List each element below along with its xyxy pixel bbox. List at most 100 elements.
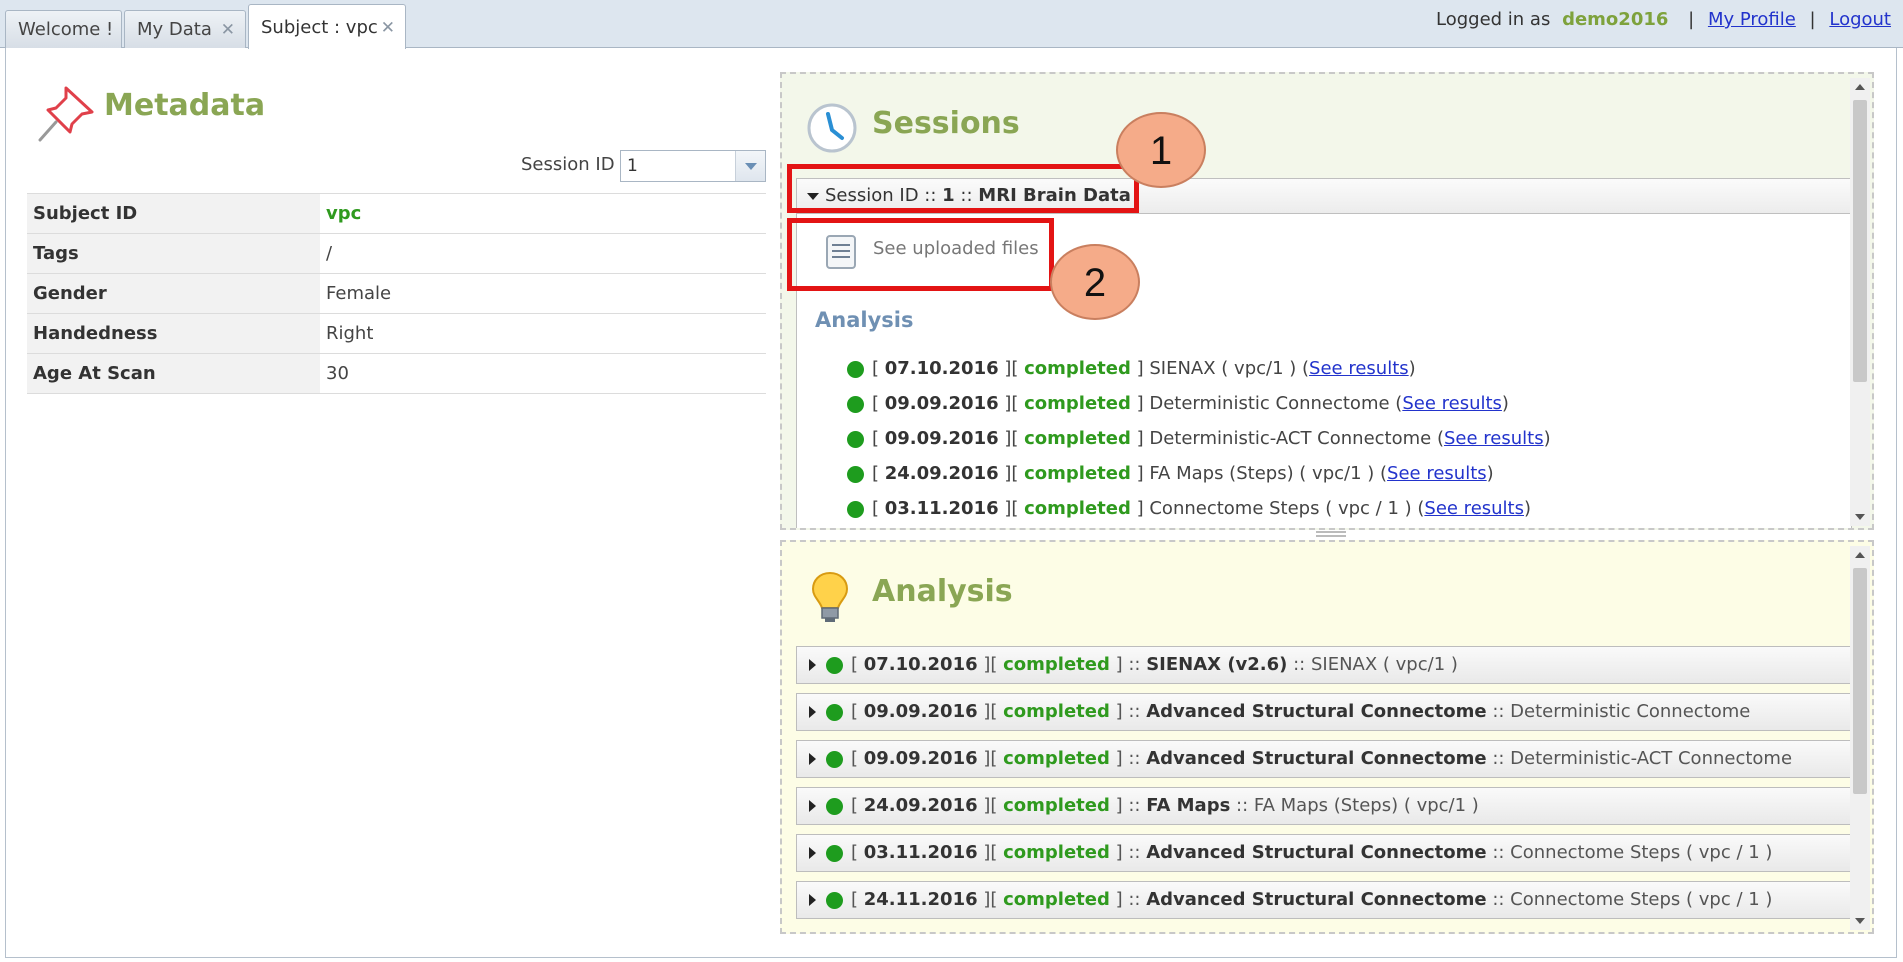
separator: | xyxy=(1688,9,1695,30)
metadata-title: Metadata xyxy=(104,88,266,123)
expand-arrow-icon[interactable] xyxy=(809,706,816,718)
status-dot-icon xyxy=(826,703,843,721)
metadata-value: 30 xyxy=(320,353,766,394)
expand-arrow-icon[interactable] xyxy=(809,753,816,765)
item-status: completed xyxy=(1024,463,1131,484)
status-dot-icon xyxy=(847,395,864,413)
item-pipeline: Advanced Structural Connectome xyxy=(1146,842,1487,863)
analysis-panel: Analysis [ 07.10.2016 ][ completed ] :: … xyxy=(780,540,1874,934)
tab-label: My Data xyxy=(137,19,212,40)
item-date: 09.09.2016 xyxy=(863,701,978,722)
see-results-link[interactable]: See results xyxy=(1387,463,1487,484)
status-dot-icon xyxy=(826,844,843,862)
item-pipeline: Advanced Structural Connectome xyxy=(1146,701,1487,722)
session-id-value: 1 xyxy=(627,156,638,176)
list-item: [ 03.11.2016 ][ completed ] Connectome S… xyxy=(847,494,1551,528)
status-dot-icon xyxy=(826,797,843,815)
top-bar: Welcome ! My Data ✕ Subject : vpc ✕ Logg… xyxy=(0,0,1903,49)
item-date: 09.09.2016 xyxy=(884,428,999,449)
scroll-down-icon[interactable] xyxy=(1855,514,1865,520)
metadata-key: Age At Scan xyxy=(27,353,320,394)
status-dot-icon xyxy=(847,500,864,518)
logout-link[interactable]: Logout xyxy=(1829,9,1891,30)
pushpin-icon xyxy=(38,86,94,142)
item-pipeline: Advanced Structural Connectome xyxy=(1146,889,1487,910)
annotation-number-2: 2 xyxy=(1050,244,1140,320)
analysis-row[interactable]: [ 24.09.2016 ][ completed ] :: FA Maps :… xyxy=(796,787,1852,825)
analysis-row[interactable]: [ 09.09.2016 ][ completed ] :: Advanced … xyxy=(796,740,1852,778)
metadata-key: Tags xyxy=(27,233,320,274)
see-results-link[interactable]: See results xyxy=(1309,358,1409,379)
chevron-down-icon[interactable] xyxy=(735,151,765,181)
tab-label: Subject : vpc xyxy=(261,17,378,38)
status-dot-icon xyxy=(826,656,843,674)
scroll-down-icon[interactable] xyxy=(1855,918,1865,924)
item-name: SIENAX ( vpc/1 ) xyxy=(1149,358,1297,379)
expand-arrow-icon[interactable] xyxy=(809,847,816,859)
analysis-row[interactable]: [ 09.09.2016 ][ completed ] :: Advanced … xyxy=(796,693,1852,731)
tab-label: Welcome ! xyxy=(18,19,114,40)
item-date: 07.10.2016 xyxy=(863,654,978,675)
metadata-value: Right xyxy=(320,313,766,354)
table-row: Subject ID vpc xyxy=(27,193,766,234)
table-row: Gender Female xyxy=(27,273,766,314)
item-status: completed xyxy=(1024,393,1131,414)
scroll-up-icon[interactable] xyxy=(1855,552,1865,558)
item-date: 24.09.2016 xyxy=(884,463,999,484)
panel-splitter-handle[interactable] xyxy=(1316,531,1346,537)
separator: | xyxy=(1809,9,1816,30)
item-date: 07.10.2016 xyxy=(884,358,999,379)
see-results-link[interactable]: See results xyxy=(1402,393,1502,414)
close-icon[interactable]: ✕ xyxy=(381,5,395,51)
item-status: completed xyxy=(1003,795,1110,816)
metadata-key: Gender xyxy=(27,273,320,314)
status-dot-icon xyxy=(847,465,864,483)
expand-arrow-icon[interactable] xyxy=(809,894,816,906)
analysis-row[interactable]: [ 24.11.2016 ][ completed ] :: Advanced … xyxy=(796,881,1852,919)
item-status: completed xyxy=(1003,748,1110,769)
item-name: Connectome Steps ( vpc / 1 ) xyxy=(1149,498,1412,519)
item-date: 24.11.2016 xyxy=(863,889,978,910)
item-status: completed xyxy=(1003,654,1110,675)
metadata-value: / xyxy=(320,233,766,274)
sessions-scrollbar[interactable] xyxy=(1850,78,1870,526)
item-status: completed xyxy=(1003,889,1110,910)
analysis-title: Analysis xyxy=(872,574,1013,609)
expand-arrow-icon[interactable] xyxy=(809,659,816,671)
tab-welcome[interactable]: Welcome ! xyxy=(5,10,122,48)
metadata-key: Handedness xyxy=(27,313,320,354)
close-icon[interactable]: ✕ xyxy=(221,11,235,49)
tab-subject-vpc[interactable]: Subject : vpc ✕ xyxy=(248,4,406,49)
item-name: FA Maps (Steps) ( vpc/1 ) xyxy=(1253,795,1479,816)
sessions-panel: Sessions Session ID :: 1 :: MRI Brain Da… xyxy=(780,72,1874,530)
clock-icon xyxy=(807,103,857,153)
item-name: Deterministic Connectome xyxy=(1510,701,1751,722)
session-id-label: Session ID xyxy=(521,154,615,175)
metadata-value: vpc xyxy=(320,193,766,234)
my-profile-link[interactable]: My Profile xyxy=(1708,9,1796,30)
logged-in-label: Logged in as xyxy=(1436,9,1551,30)
analysis-scrollbar[interactable] xyxy=(1850,546,1870,930)
item-pipeline: SIENAX (v2.6) xyxy=(1146,654,1288,675)
annotation-box-1 xyxy=(787,164,1139,213)
status-dot-icon xyxy=(826,891,843,909)
item-pipeline: Advanced Structural Connectome xyxy=(1146,748,1487,769)
status-dot-icon xyxy=(847,360,864,378)
session-id-select[interactable]: 1 xyxy=(620,150,766,182)
see-results-link[interactable]: See results xyxy=(1424,498,1524,519)
item-status: completed xyxy=(1003,701,1110,722)
scrollbar-thumb[interactable] xyxy=(1853,568,1867,794)
see-results-link[interactable]: See results xyxy=(1444,428,1544,449)
analysis-row[interactable]: [ 03.11.2016 ][ completed ] :: Advanced … xyxy=(796,834,1852,872)
scrollbar-thumb[interactable] xyxy=(1853,100,1867,382)
annotation-number-1: 1 xyxy=(1116,112,1206,188)
scroll-up-icon[interactable] xyxy=(1855,84,1865,90)
tab-my-data[interactable]: My Data ✕ xyxy=(124,10,246,48)
analysis-row[interactable]: [ 07.10.2016 ][ completed ] :: SIENAX (v… xyxy=(796,646,1852,684)
username: demo2016 xyxy=(1562,9,1669,30)
list-item: [ 09.09.2016 ][ completed ] Deterministi… xyxy=(847,389,1551,424)
expand-arrow-icon[interactable] xyxy=(809,800,816,812)
list-item: [ 07.10.2016 ][ completed ] SIENAX ( vpc… xyxy=(847,354,1551,389)
lightbulb-icon xyxy=(811,571,849,622)
item-status: completed xyxy=(1024,358,1131,379)
